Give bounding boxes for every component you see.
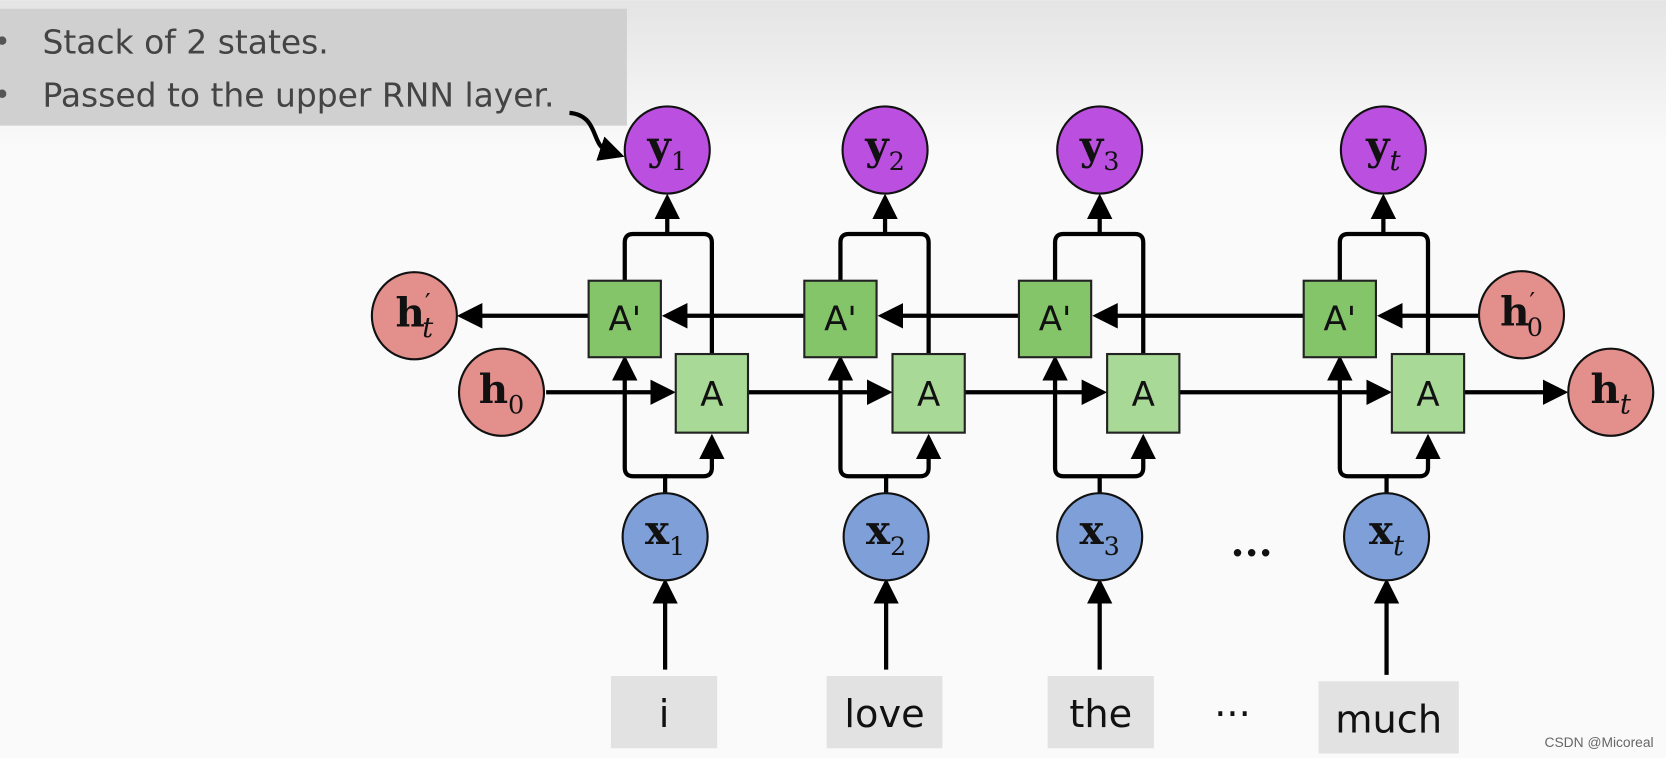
word-ellipsis: ··· [1214, 692, 1250, 737]
bullet-text: Passed to the upper RNN layer. [43, 75, 555, 114]
bidirectional-rnn-diagram: Stack of 2 states. Passed to the upper R… [0, 0, 1666, 754]
connection-arrow [886, 433, 942, 479]
backward-cell-label: A' [1324, 300, 1357, 340]
word-label: much [1335, 697, 1442, 742]
connection-arrow [665, 433, 725, 479]
backward-cell-label: A' [608, 300, 641, 340]
state-label: h′ t [396, 288, 435, 344]
backward-cell-label: A' [1039, 300, 1072, 340]
forward-cell-label: A [917, 375, 940, 415]
connection-arrow [612, 355, 668, 495]
word-label: love [844, 692, 924, 737]
time-step-4 [1327, 193, 1441, 675]
connection-arrow [1042, 355, 1102, 495]
forward-cell-label: A [1416, 375, 1439, 415]
connection-arrow [1099, 433, 1156, 479]
connection-arrow [1327, 355, 1389, 495]
forward-cell-label: A [1132, 375, 1155, 415]
bullet-text: Stack of 2 states. [43, 22, 329, 61]
bullet-panel: Stack of 2 states. Passed to the upper R… [0, 8, 627, 126]
ellipsis: ... [1231, 518, 1273, 566]
watermark: CSDN @Micoreal [1545, 734, 1654, 750]
connection-arrow [827, 355, 889, 495]
word-label: i [659, 692, 670, 737]
backward-cell-label: A' [824, 300, 857, 340]
word-label: the [1069, 692, 1132, 737]
forward-cell-label: A [700, 375, 723, 415]
connection-arrow [1386, 433, 1441, 479]
